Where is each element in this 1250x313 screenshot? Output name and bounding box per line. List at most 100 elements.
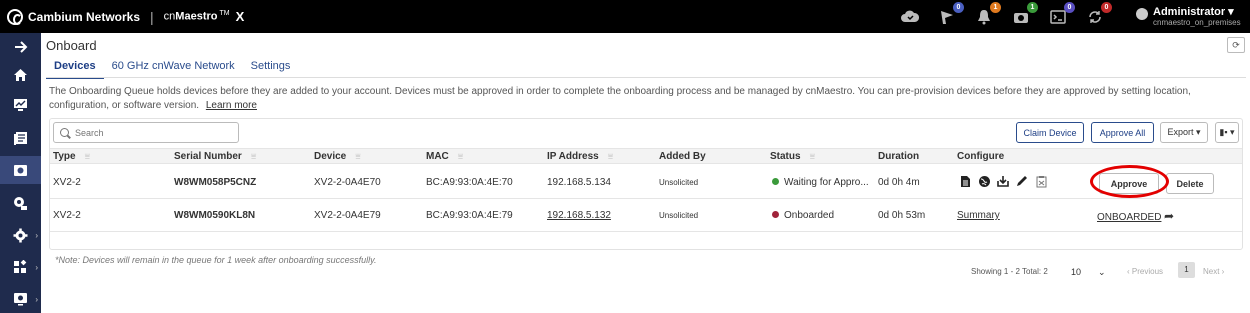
page-size-select[interactable]: 10 ⌄ <box>1071 267 1106 278</box>
status-dot-icon <box>772 211 779 218</box>
download-icon[interactable] <box>997 175 1009 189</box>
chevron-right-icon: › <box>35 262 38 272</box>
columns-toggle[interactable]: ▮▪ ▾ <box>1215 122 1239 143</box>
tab-devices[interactable]: Devices <box>46 58 104 79</box>
delete-button[interactable]: Delete <box>1166 173 1214 194</box>
cell-type: XV2-2 <box>53 177 81 188</box>
monitor-icon[interactable] <box>0 91 41 119</box>
cell-status: Onboarded <box>772 210 834 221</box>
filter-icon: ⩸ <box>809 151 816 161</box>
camera-icon[interactable]: 1 <box>1011 1 1038 27</box>
description: The Onboarding Queue holds devices befor… <box>49 85 1229 113</box>
onboarded-link[interactable]: ONBOARDED <box>1097 212 1161 223</box>
onboard-icon[interactable] <box>0 156 41 184</box>
col-mac[interactable]: MAC ⩸ <box>426 151 463 162</box>
globe-icon[interactable] <box>978 175 990 189</box>
product-x: X <box>235 9 245 24</box>
reports-icon[interactable] <box>0 124 41 152</box>
col-duration[interactable]: Duration <box>878 151 919 162</box>
export-dropdown[interactable]: Export ▾ <box>1160 122 1208 143</box>
tab-bar: Devices 60 GHz cnWave Network Settings <box>46 58 298 79</box>
cell-added-by: Unsolicited <box>659 211 699 220</box>
col-configure: Configure <box>957 151 1005 162</box>
home-icon[interactable] <box>0 61 41 89</box>
sidebar-expand-icon[interactable] <box>0 33 41 61</box>
col-type[interactable]: Type ⩸ <box>53 151 90 162</box>
col-serial-number[interactable]: Serial Number ⩸ <box>174 151 256 162</box>
main-content: Onboard ⟳ Devices 60 GHz cnWave Network … <box>41 33 1250 313</box>
share-arrow-icon[interactable]: ➦ <box>1164 209 1174 223</box>
top-bar: Cambium Networks | cnMaestro TM X 0 1 1 0… <box>0 0 1250 33</box>
cell-added-by: Unsolicited <box>659 178 699 187</box>
summary-link[interactable]: Summary <box>957 210 1000 221</box>
document-icon[interactable] <box>959 175 971 189</box>
flag-icon[interactable]: 0 <box>937 1 964 27</box>
sidebar: › › › <box>0 33 41 313</box>
user-name: Administrator ▾ <box>1153 6 1234 18</box>
bell-icon[interactable]: 1 <box>974 1 1001 27</box>
cell-type: XV2-2 <box>53 210 81 221</box>
apps-icon[interactable]: › <box>0 253 41 281</box>
brand[interactable]: Cambium Networks | cnMaestro TM X <box>7 8 245 25</box>
filter-icon: ⩸ <box>457 151 464 161</box>
tabs-divider <box>46 77 1246 78</box>
learn-more-link[interactable]: Learn more <box>206 100 257 111</box>
col-added-by[interactable]: Added By <box>659 151 706 162</box>
cell-ip-link[interactable]: 192.168.5.132 <box>547 210 611 221</box>
clipboard-icon[interactable] <box>1035 175 1047 189</box>
cell-device: XV2-2-0A4E79 <box>314 210 381 221</box>
previous-page-button[interactable]: ‹ Previous <box>1127 267 1163 276</box>
tools-icon[interactable] <box>0 189 41 217</box>
cell-mac: BC:A9:93:0A:4E:70 <box>426 177 513 188</box>
search-icon <box>60 128 69 137</box>
approve-highlight-circle <box>1090 165 1169 198</box>
filter-icon: ⩸ <box>607 151 614 161</box>
search-input[interactable] <box>75 127 235 138</box>
cell-status: Waiting for Appro... <box>772 177 869 188</box>
bell-badge: 1 <box>990 1 1001 13</box>
tab-cnwave-network[interactable]: 60 GHz cnWave Network <box>104 58 243 79</box>
terminal-icon[interactable]: 0 <box>1048 1 1075 27</box>
filter-icon: ⩸ <box>250 151 257 161</box>
next-page-button[interactable]: Next › <box>1203 267 1224 276</box>
user-account: cnmaestro_on_premises <box>1153 18 1241 27</box>
approve-all-button[interactable]: Approve All <box>1091 122 1154 143</box>
brand-separator: | <box>150 8 154 25</box>
filter-icon: ⩸ <box>355 151 361 161</box>
terminal-badge: 0 <box>1064 1 1075 13</box>
tab-settings[interactable]: Settings <box>243 58 299 79</box>
col-status[interactable]: Status ⩸ <box>770 151 815 162</box>
chevron-right-icon: › <box>35 230 38 240</box>
cell-device: XV2-2-0A4E70 <box>314 177 381 188</box>
table-header: Type ⩸ Serial Number ⩸ Device ⩸ MAC ⩸ IP Add… <box>50 148 1242 164</box>
col-ip-address[interactable]: IP Address ⩸ <box>547 151 613 162</box>
queue-note: *Note: Devices will remain in the queue … <box>55 255 377 265</box>
chevron-down-icon: ⌄ <box>1098 267 1106 277</box>
sync-icon[interactable]: 0 <box>1085 1 1112 27</box>
filter-icon: ⩸ <box>84 151 91 161</box>
user-menu[interactable]: Administrator ▾ cnmaestro_on_premises <box>1136 5 1241 27</box>
refresh-button[interactable]: ⟳ <box>1227 37 1245 53</box>
claim-device-button[interactable]: Claim Device <box>1016 122 1084 143</box>
current-page[interactable]: 1 <box>1178 262 1195 278</box>
table-row[interactable]: XV2-2 W8WM0590KL8N XV2-2-0A4E79 BC:A9:93… <box>50 199 1242 232</box>
top-icons: 0 1 1 0 0 <box>900 0 1122 33</box>
product-name: cnMaestro TM <box>163 10 230 23</box>
configure-icons <box>959 175 1054 189</box>
chevron-right-icon: › <box>35 294 38 304</box>
pagination-summary: Showing 1 - 2 Total: 2 <box>971 267 1048 276</box>
user-avatar-icon <box>1136 8 1148 20</box>
cell-mac: BC:A9:93:0A:4E:79 <box>426 210 513 221</box>
table-row[interactable]: XV2-2 W8WM058P5CNZ XV2-2-0A4E70 BC:A9:93… <box>50 165 1242 199</box>
camera-badge: 1 <box>1027 1 1038 13</box>
edit-pencil-icon[interactable] <box>1016 175 1028 189</box>
devices-panel: Claim Device Approve All Export ▾ ▮▪ ▾ T… <box>49 118 1243 278</box>
search-box[interactable] <box>53 122 239 143</box>
cell-serial: W8WM0590KL8N <box>174 210 256 221</box>
cloud-icon[interactable] <box>900 7 920 27</box>
cell-duration: 0d 0h 53m <box>878 210 926 221</box>
settings-icon[interactable]: › <box>0 221 41 249</box>
sync-badge: 0 <box>1101 1 1112 13</box>
col-device[interactable]: Device ⩸ <box>314 151 361 162</box>
system-icon[interactable]: › <box>0 285 41 313</box>
